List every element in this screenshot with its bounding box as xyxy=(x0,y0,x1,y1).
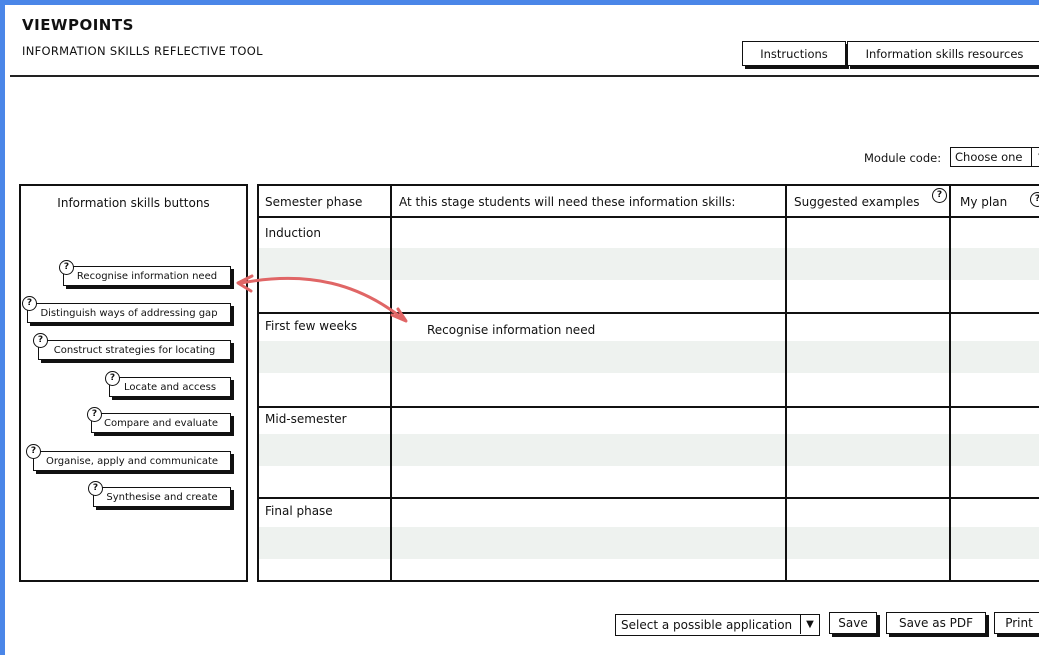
help-icon[interactable]: ? xyxy=(105,371,120,386)
row-band xyxy=(259,341,1039,373)
help-icon[interactable]: ? xyxy=(33,333,48,348)
phase-divider xyxy=(259,312,1039,314)
help-icon[interactable]: ? xyxy=(88,481,103,496)
help-icon[interactable]: ? xyxy=(22,296,37,311)
help-icon[interactable]: ? xyxy=(1030,192,1039,207)
skill-button-recognise[interactable]: Recognise information need xyxy=(63,266,231,286)
phase-divider xyxy=(259,497,1039,499)
header-divider xyxy=(259,216,1039,218)
application-select-value: Select a possible application xyxy=(621,618,793,632)
row-band xyxy=(259,434,1039,466)
save-button[interactable]: Save xyxy=(829,612,877,634)
skill-button-locate[interactable]: Locate and access xyxy=(109,377,231,397)
skill-button-organise[interactable]: Organise, apply and communicate xyxy=(33,451,231,471)
window-frame-top xyxy=(0,0,1039,5)
help-icon[interactable]: ? xyxy=(932,188,947,203)
window-frame-left xyxy=(0,0,5,655)
phase-induction: Induction xyxy=(265,226,321,240)
row-band xyxy=(259,527,1039,559)
column-header-my-plan: My plan xyxy=(960,195,1008,209)
column-divider xyxy=(949,186,951,580)
chevron-down-icon[interactable]: ▼ xyxy=(800,615,819,634)
column-header-phase: Semester phase xyxy=(265,195,363,209)
module-code-select[interactable]: Choose one ▼ xyxy=(950,147,1039,167)
help-icon[interactable]: ? xyxy=(26,444,41,459)
phase-final: Final phase xyxy=(265,504,333,518)
application-select[interactable]: Select a possible application ▼ xyxy=(615,614,820,636)
help-icon[interactable]: ? xyxy=(87,407,102,422)
resources-button[interactable]: Information skills resources xyxy=(847,41,1039,66)
header-divider xyxy=(10,75,1039,77)
phase-mid-semester: Mid-semester xyxy=(265,412,347,426)
skill-button-construct[interactable]: Construct strategies for locating xyxy=(38,340,231,360)
instructions-button[interactable]: Instructions xyxy=(742,41,846,66)
skills-panel-title: Information skills buttons xyxy=(57,196,210,210)
save-as-pdf-button[interactable]: Save as PDF xyxy=(886,612,986,634)
placed-skill-item[interactable]: Recognise information need xyxy=(427,323,595,337)
chevron-down-icon[interactable]: ▼ xyxy=(1031,148,1039,166)
app-title: VIEWPOINTS xyxy=(22,16,134,34)
planning-table: Semester phase At this stage students wi… xyxy=(257,184,1039,582)
column-header-examples: Suggested examples xyxy=(794,195,920,209)
column-divider xyxy=(785,186,787,580)
row-band xyxy=(259,248,1039,280)
module-code-value: Choose one xyxy=(955,150,1023,164)
app-subtitle: INFORMATION SKILLS REFLECTIVE TOOL xyxy=(22,44,263,58)
phase-first-few-weeks: First few weeks xyxy=(265,319,358,333)
help-icon[interactable]: ? xyxy=(59,260,74,275)
module-code-label: Module code: xyxy=(864,151,942,165)
skill-button-compare[interactable]: Compare and evaluate xyxy=(91,413,231,433)
skill-button-distinguish[interactable]: Distinguish ways of addressing gap xyxy=(27,303,231,323)
print-button[interactable]: Print xyxy=(994,612,1039,634)
phase-divider xyxy=(259,406,1039,408)
skill-button-synthesise[interactable]: Synthesise and create xyxy=(93,487,231,507)
column-header-skills: At this stage students will need these i… xyxy=(399,195,736,209)
column-divider xyxy=(390,186,392,580)
